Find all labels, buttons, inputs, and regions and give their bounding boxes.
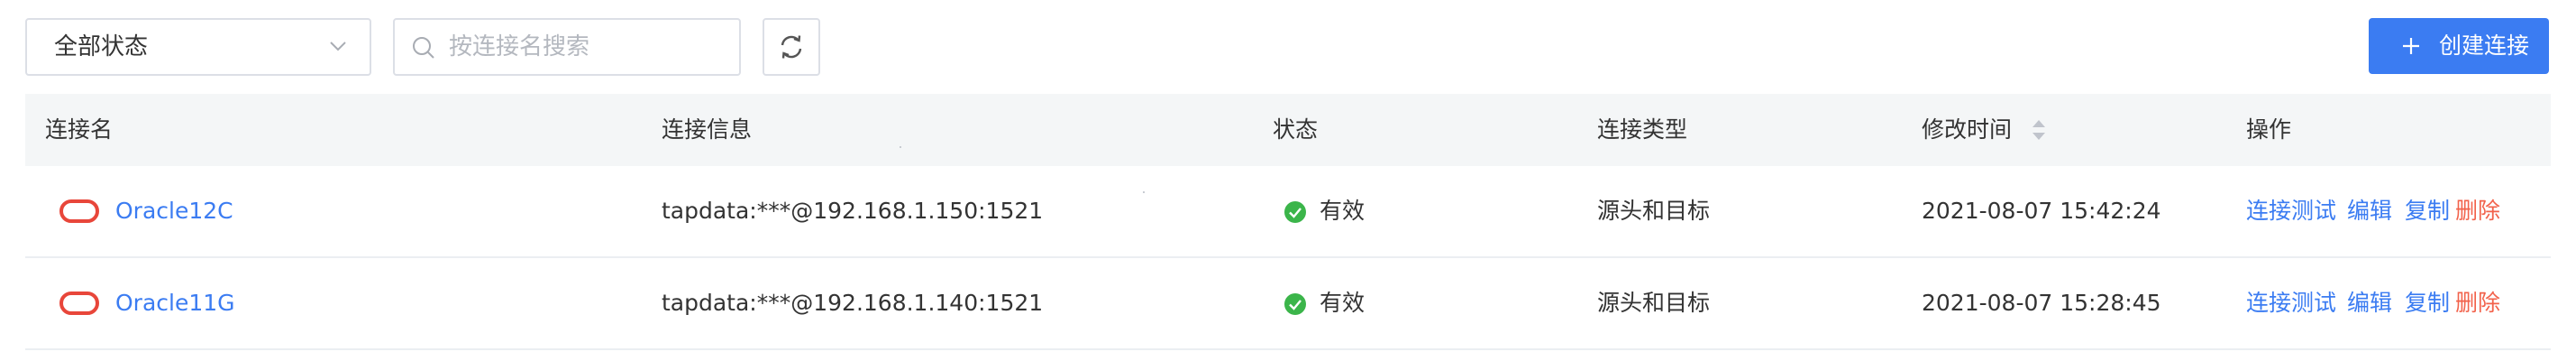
delete-link[interactable]: 删除 [2455,258,2500,348]
chevron-down-icon [330,42,346,51]
header-connection-name: 连接名 [45,116,114,143]
delete-link[interactable]: 删除 [2455,166,2500,256]
check-circle-icon [1284,293,1306,315]
connection-type: 源头和目标 [1597,290,1711,316]
search-input[interactable] [447,25,726,69]
plus-icon [2403,38,2419,54]
oracle-icon [59,292,99,315]
header-connection-info: 连接信息 [662,116,753,143]
status-badge: 有效 [1320,198,1366,224]
status-filter-value: 全部状态 [54,33,149,60]
test-connection-link[interactable]: 连接测试 [2246,258,2336,348]
connection-type: 源头和目标 [1597,198,1711,224]
copy-link[interactable]: 复制 [2405,258,2450,348]
refresh-icon [781,35,802,59]
table-row: Oracle12C tapdata:***@192.168.1.150:1521… [25,166,2551,258]
connection-name-link[interactable]: Oracle11G [115,258,235,348]
connection-name-link[interactable]: Oracle12C [115,166,233,256]
connections-table: 连接名 连接信息 状态 连接类型 修改时间 操作 Oracle12C tapda… [25,94,2551,350]
header-connection-type: 连接类型 [1597,116,1688,143]
stray-pixel [1143,191,1145,193]
table-header: 连接名 连接信息 状态 连接类型 修改时间 操作 [25,94,2551,166]
search-box [393,18,741,76]
status-filter-select[interactable]: 全部状态 [25,18,371,76]
stray-pixel [900,146,901,148]
modified-time: 2021-08-07 15:28:45 [1922,290,2161,316]
search-icon [413,37,434,59]
edit-link[interactable]: 编辑 [2347,166,2392,256]
table-row: Oracle11G tapdata:***@192.168.1.140:1521… [25,258,2551,350]
header-status: 状态 [1273,116,1319,143]
refresh-button[interactable] [763,18,820,76]
edit-link[interactable]: 编辑 [2347,258,2392,348]
connection-info: tapdata:***@192.168.1.150:1521 [662,198,1044,224]
create-connection-button[interactable]: 创建连接 [2369,18,2549,74]
header-actions: 操作 [2246,116,2292,143]
header-modified-time[interactable]: 修改时间 [1922,94,2012,166]
sort-icon[interactable] [2030,116,2048,144]
test-connection-link[interactable]: 连接测试 [2246,166,2336,256]
toolbar: 全部状态 创建连接 [0,0,2576,94]
create-connection-label: 创建连接 [2439,32,2530,59]
status-badge: 有效 [1320,290,1366,316]
modified-time: 2021-08-07 15:42:24 [1922,198,2161,224]
check-circle-icon [1284,201,1306,223]
oracle-icon [59,199,99,223]
connection-info: tapdata:***@192.168.1.140:1521 [662,290,1044,316]
copy-link[interactable]: 复制 [2405,166,2450,256]
